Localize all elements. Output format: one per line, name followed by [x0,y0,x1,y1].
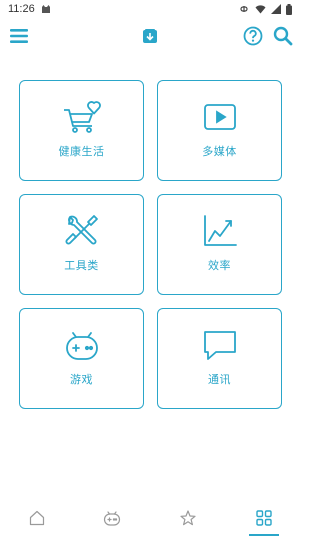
status-time: 11:26 [8,3,35,15]
category-label: 多媒体 [202,145,237,158]
menu-icon[interactable] [6,23,32,49]
category-label: 健康生活 [58,145,105,158]
signal-icon [271,4,281,14]
category-label: 游戏 [70,373,93,386]
category-label: 工具类 [64,259,99,272]
star-icon[interactable] [173,508,203,528]
bottom-nav [0,500,300,536]
wifi-icon [255,4,266,14]
category-tile-multimedia[interactable]: 多媒体 [157,80,282,181]
cat-notification-icon [41,4,51,14]
app-bar [0,18,300,54]
tools-icon [62,213,102,249]
category-tile-communication[interactable]: 通讯 [157,308,282,409]
category-label: 效率 [208,259,231,272]
category-tile-games[interactable]: 游戏 [19,308,144,409]
category-tile-health[interactable]: 健康生活 [19,80,144,181]
game-controller-icon[interactable] [97,508,127,528]
trend-chart-icon [200,213,240,249]
gamepad-icon [62,327,102,363]
help-icon[interactable] [240,23,266,49]
chat-bubble-icon [200,327,240,363]
link-icon [239,4,250,14]
apps-grid-icon[interactable] [249,508,279,528]
shopping-cart-heart-icon [62,99,102,135]
battery-icon [286,3,292,15]
search-icon[interactable] [270,23,296,49]
status-bar: 11:26 [0,0,300,18]
app-logo-icon [137,23,163,49]
home-icon[interactable] [22,508,52,528]
category-label: 通讯 [208,373,231,386]
category-tile-efficiency[interactable]: 效率 [157,194,282,295]
play-icon [200,99,240,135]
category-tile-tools[interactable]: 工具类 [19,194,144,295]
